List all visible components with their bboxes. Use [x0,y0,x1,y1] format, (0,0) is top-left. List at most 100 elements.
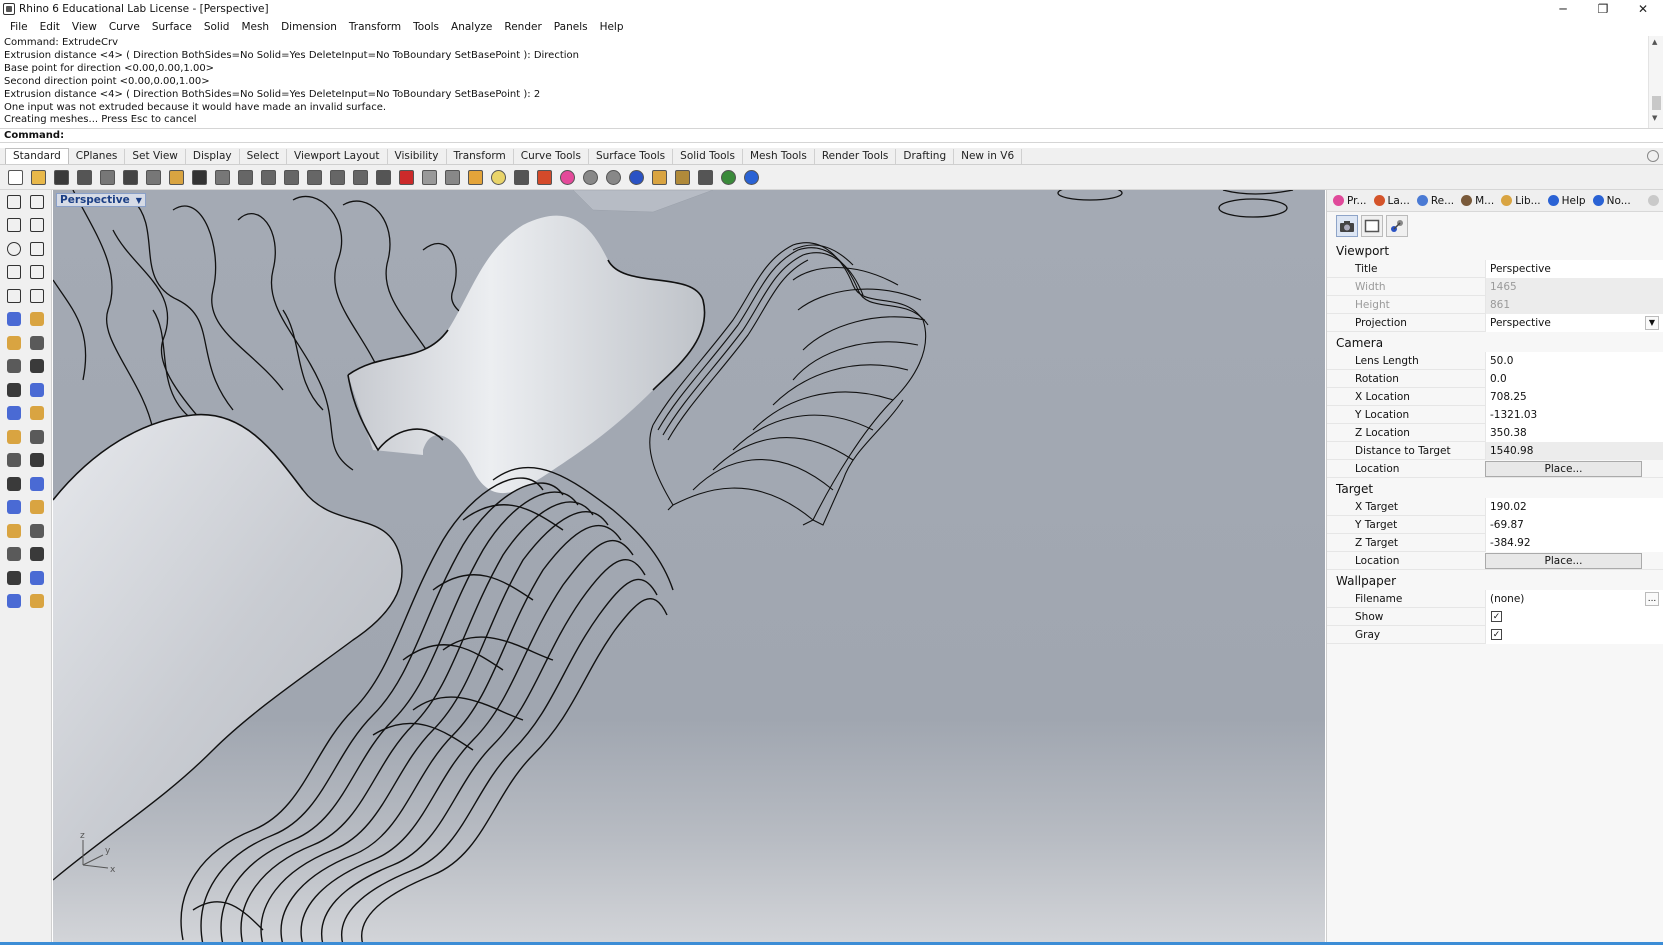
pan-icon[interactable] [211,166,234,188]
new-icon[interactable] [4,166,27,188]
properties-icon[interactable] [441,166,464,188]
dimension-icon[interactable] [694,166,717,188]
menu-tools[interactable]: Tools [407,21,445,33]
extrude-surface-icon[interactable] [25,355,48,377]
panel-tab-properties[interactable]: Pr... [1331,195,1372,207]
offset-icon[interactable] [2,449,25,471]
car-icon[interactable] [395,166,418,188]
toolbar-settings-icon[interactable] [1647,150,1659,162]
close-button[interactable]: ✕ [1623,0,1663,18]
y-target-field[interactable]: -69.87 [1485,515,1663,534]
trim-icon[interactable] [2,402,25,424]
surface-analysis-icon[interactable] [2,567,25,589]
transform-icon[interactable] [2,496,25,518]
show-checkbox[interactable]: ✓ [1491,611,1502,622]
tab-cplanes[interactable]: CPlanes [69,149,126,164]
help-icon[interactable] [740,166,763,188]
paste-icon[interactable] [165,166,188,188]
light-icon[interactable] [487,166,510,188]
material-icon[interactable] [533,166,556,188]
render-icon[interactable] [625,166,648,188]
rotate-view-icon[interactable] [234,166,257,188]
projection-select[interactable]: Perspective ▼ [1485,313,1663,332]
zoom-icon[interactable] [257,166,280,188]
scroll-thumb[interactable] [1652,96,1661,110]
command-input[interactable] [68,130,1569,141]
layer-icon[interactable] [464,166,487,188]
mirror-icon[interactable] [25,496,48,518]
cut-icon[interactable] [119,166,142,188]
distance-to-target-field[interactable]: 1540.98 [1485,441,1663,460]
copy-icon[interactable] [142,166,165,188]
menu-surface[interactable]: Surface [146,21,198,33]
explode-icon[interactable] [2,379,25,401]
select-arrow-icon[interactable] [2,191,25,213]
split-icon[interactable] [25,402,48,424]
camera-place-button[interactable]: Place... [1485,460,1642,477]
zoom-window-icon[interactable] [280,166,303,188]
tab-standard[interactable]: Standard [5,148,69,164]
panel-tab-materials[interactable]: M... [1459,195,1499,207]
check-icon[interactable] [25,567,48,589]
menu-analyze[interactable]: Analyze [445,21,498,33]
command-history-scrollbar[interactable]: ▲ ▼ [1648,36,1663,128]
menu-help[interactable]: Help [594,21,630,33]
x-location-field[interactable]: 708.25 [1485,387,1663,406]
four-viewports-icon[interactable] [372,166,395,188]
settings-icon[interactable] [671,166,694,188]
hide-icon[interactable] [418,166,441,188]
circle-icon[interactable] [2,238,25,260]
render-tool-icon[interactable] [25,590,48,612]
boolean-icon[interactable] [25,426,48,448]
menu-panels[interactable]: Panels [548,21,594,33]
menu-edit[interactable]: Edit [34,21,66,33]
tab-transform[interactable]: Transform [447,149,514,164]
save-icon[interactable] [50,166,73,188]
menu-transform[interactable]: Transform [343,21,407,33]
tab-select[interactable]: Select [240,149,288,164]
menu-curve[interactable]: Curve [103,21,146,33]
restore-button[interactable]: ❐ [1583,0,1623,18]
panel-tab-notifications[interactable]: No... [1591,195,1636,207]
minimize-button[interactable]: ─ [1543,0,1583,18]
curve-icon[interactable] [25,214,48,236]
menu-view[interactable]: View [66,21,103,33]
menu-file[interactable]: File [4,21,34,33]
ellipse-icon[interactable] [2,285,25,307]
scroll-down-icon[interactable]: ▼ [1652,114,1657,122]
panel-close-icon[interactable] [1648,195,1659,206]
camera-icon[interactable] [1336,215,1358,237]
viewport-menu-arrow-icon[interactable]: ▼ [136,196,142,205]
loft-icon[interactable] [25,308,48,330]
tab-set-view[interactable]: Set View [125,149,186,164]
surface-icon[interactable] [2,308,25,330]
tab-viewport-layout[interactable]: Viewport Layout [287,149,388,164]
z-location-field[interactable]: 350.38 [1485,423,1663,442]
rectangle-icon[interactable] [25,261,48,283]
panel-tab-library[interactable]: Lib... [1499,195,1545,207]
menu-render[interactable]: Render [498,21,547,33]
title-field[interactable]: Perspective [1485,259,1663,278]
target-place-button[interactable]: Place... [1485,552,1642,569]
tab-solid-tools[interactable]: Solid Tools [673,149,743,164]
polyline-icon[interactable] [2,214,25,236]
cylinder-icon[interactable] [2,355,25,377]
perspective-viewport[interactable]: z y x Perspective ▼ [53,190,1325,945]
tab-mesh-tools[interactable]: Mesh Tools [743,149,815,164]
tab-new-in-v6[interactable]: New in V6 [954,149,1023,164]
scroll-up-icon[interactable]: ▲ [1652,38,1657,46]
tab-visibility[interactable]: Visibility [388,149,447,164]
tab-display[interactable]: Display [186,149,240,164]
panel-tab-render[interactable]: Re... [1415,195,1459,207]
rotation-field[interactable]: 0.0 [1485,369,1663,388]
rendered-sphere-icon[interactable] [602,166,625,188]
import-icon[interactable] [96,166,119,188]
array-icon[interactable] [2,543,25,565]
shaded-sphere-icon[interactable] [579,166,602,188]
block-icon[interactable] [25,543,48,565]
panel-tab-layers[interactable]: La... [1372,195,1415,207]
menu-solid[interactable]: Solid [198,21,236,33]
box-icon[interactable] [2,332,25,354]
menu-mesh[interactable]: Mesh [235,21,275,33]
z-target-field[interactable]: -384.92 [1485,533,1663,552]
